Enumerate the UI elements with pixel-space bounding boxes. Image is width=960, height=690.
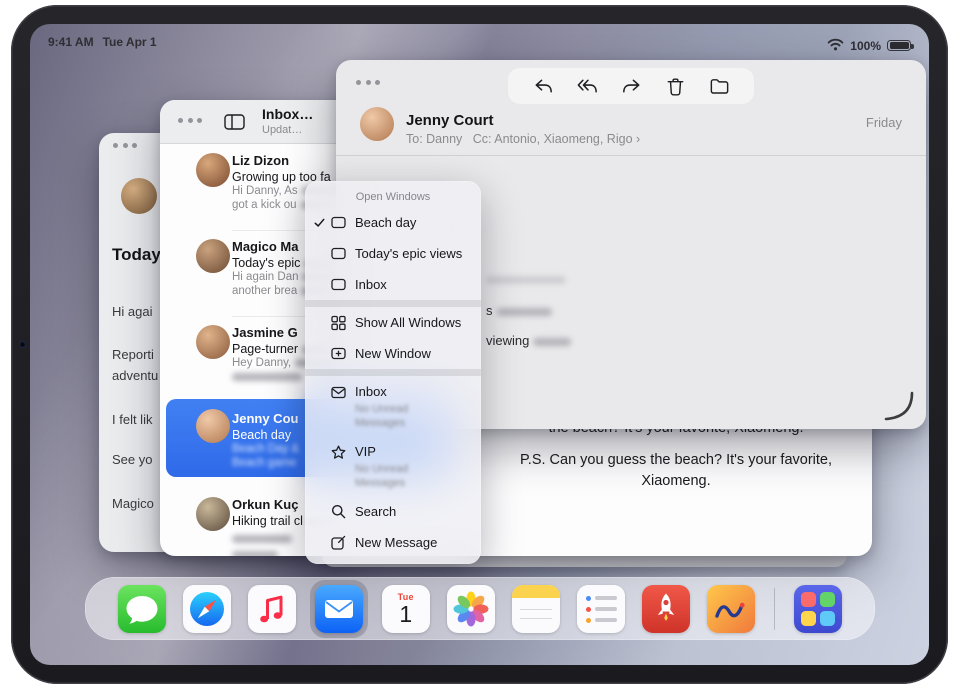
message-toolbar [508,68,754,104]
dock-icon-notes[interactable] [512,585,560,633]
menu-item-show-all-windows[interactable]: Show All Windows [305,307,481,338]
blurred-text [232,551,278,556]
menu-item-inbox-mailbox[interactable]: Inbox No Unread Messages [305,376,481,436]
message-date: Friday [866,115,902,130]
avatar [196,409,230,443]
menu-item-beach-day[interactable]: Beach day [305,207,481,238]
reply-button[interactable] [531,74,555,98]
menu-separator [305,300,481,307]
mailbox-status: No Unread Messages [355,463,437,490]
status-date: Tue Apr 1 [103,35,157,49]
menu-item-vip-mailbox[interactable]: VIP No Unread Messages [305,436,481,496]
battery-percent: 100% [850,39,881,53]
dock-icon-scribble[interactable] [707,585,755,633]
inbox-title: Inbox… [262,106,313,122]
new-window-icon [330,345,355,362]
forward-button[interactable] [619,74,643,98]
avatar [196,239,230,273]
menu-item-search[interactable]: Search [305,496,481,527]
back-window-text: See yo [112,452,152,467]
ipad-frame: 9:41 AM Tue Apr 1 100% Today Hi agai Repo… [11,5,948,684]
wifi-icon [827,38,844,54]
grid-icon [330,314,355,331]
calendar-weekday: Tue [398,592,414,602]
avatar [360,107,394,141]
message-body-fragment: viewing [486,333,571,348]
calendar-day: 1 [399,602,412,626]
avatar [196,325,230,359]
dock: Tue 1 [85,577,875,640]
trash-button[interactable] [663,74,687,98]
star-icon [330,444,355,461]
window-controls-icon[interactable] [178,118,202,123]
status-bar: 9:41 AM Tue Apr 1 100% [30,24,929,56]
checkmark-icon [313,216,330,229]
window-resize-curl-icon[interactable] [884,391,914,421]
dock-icon-reminders[interactable] [577,585,625,633]
back-window-text: Reporti [112,347,154,362]
avatar [196,497,230,531]
screen: 9:41 AM Tue Apr 1 100% Today Hi agai Repo… [30,24,929,665]
window-controls-icon[interactable] [356,80,380,85]
sidebar-toggle-icon[interactable] [224,114,245,135]
status-left: 9:41 AM Tue Apr 1 [48,35,166,56]
blurred-text [232,535,292,543]
reply-all-button[interactable] [575,74,599,98]
back-window-text: Magico [112,496,154,511]
envelope-icon [330,384,355,401]
blurred-text [486,276,566,284]
window-icon [330,276,355,293]
dock-icon-photos[interactable] [447,585,495,633]
avatar [121,178,157,214]
menu-title: Open Windows [305,187,481,207]
status-right: 100% [827,35,911,56]
open-windows-menu: Open Windows Beach day Today's epic view… [305,181,481,564]
back-window-text: adventu [112,368,158,383]
reading-pane-text: P.S. Can you guess the beach? It's your … [490,452,862,468]
window-controls-icon[interactable] [113,143,137,148]
avatar [196,153,230,187]
back-window-text: Hi agai [112,304,152,319]
reading-pane-text: Xiaomeng. [490,473,862,489]
folder-button[interactable] [707,74,731,98]
dock-icon-mail[interactable] [315,585,363,633]
dock-icon-safari[interactable] [183,585,231,633]
dock-icon-calendar[interactable]: Tue 1 [382,585,430,633]
divider [336,155,926,156]
inbox-subtitle: Updat… [262,124,302,136]
dock-icon-rocket[interactable] [642,585,690,633]
dock-icon-app-library[interactable] [794,585,842,633]
menu-item-new-window[interactable]: New Window [305,338,481,369]
menu-item-inbox-window[interactable]: Inbox [305,269,481,300]
back-window-title: Today [112,245,161,265]
front-camera [19,341,26,348]
mailbox-status: No Unread Messages [355,403,437,430]
message-sender: Jenny Court [406,112,494,129]
search-icon [330,503,355,520]
dock-mail-highlight [310,580,368,638]
back-window-text: I felt lik [112,412,152,427]
dock-icon-music[interactable] [248,585,296,633]
message-body-fragment: s [486,303,552,318]
window-icon [330,214,355,231]
battery-icon [887,40,911,52]
menu-item-new-message[interactable]: New Message [305,527,481,558]
message-recipients[interactable]: To: Danny Cc: Antonio, Xiaomeng, Rigo › [406,132,640,146]
blurred-text [497,308,552,316]
compose-icon [330,534,355,551]
dock-icon-messages[interactable] [118,585,166,633]
blurred-text [232,373,302,381]
blurred-text [533,338,571,346]
menu-separator [305,369,481,376]
dock-divider [774,588,776,630]
status-time: 9:41 AM [48,35,94,49]
menu-item-todays-epic-views[interactable]: Today's epic views [305,238,481,269]
window-icon [330,245,355,262]
